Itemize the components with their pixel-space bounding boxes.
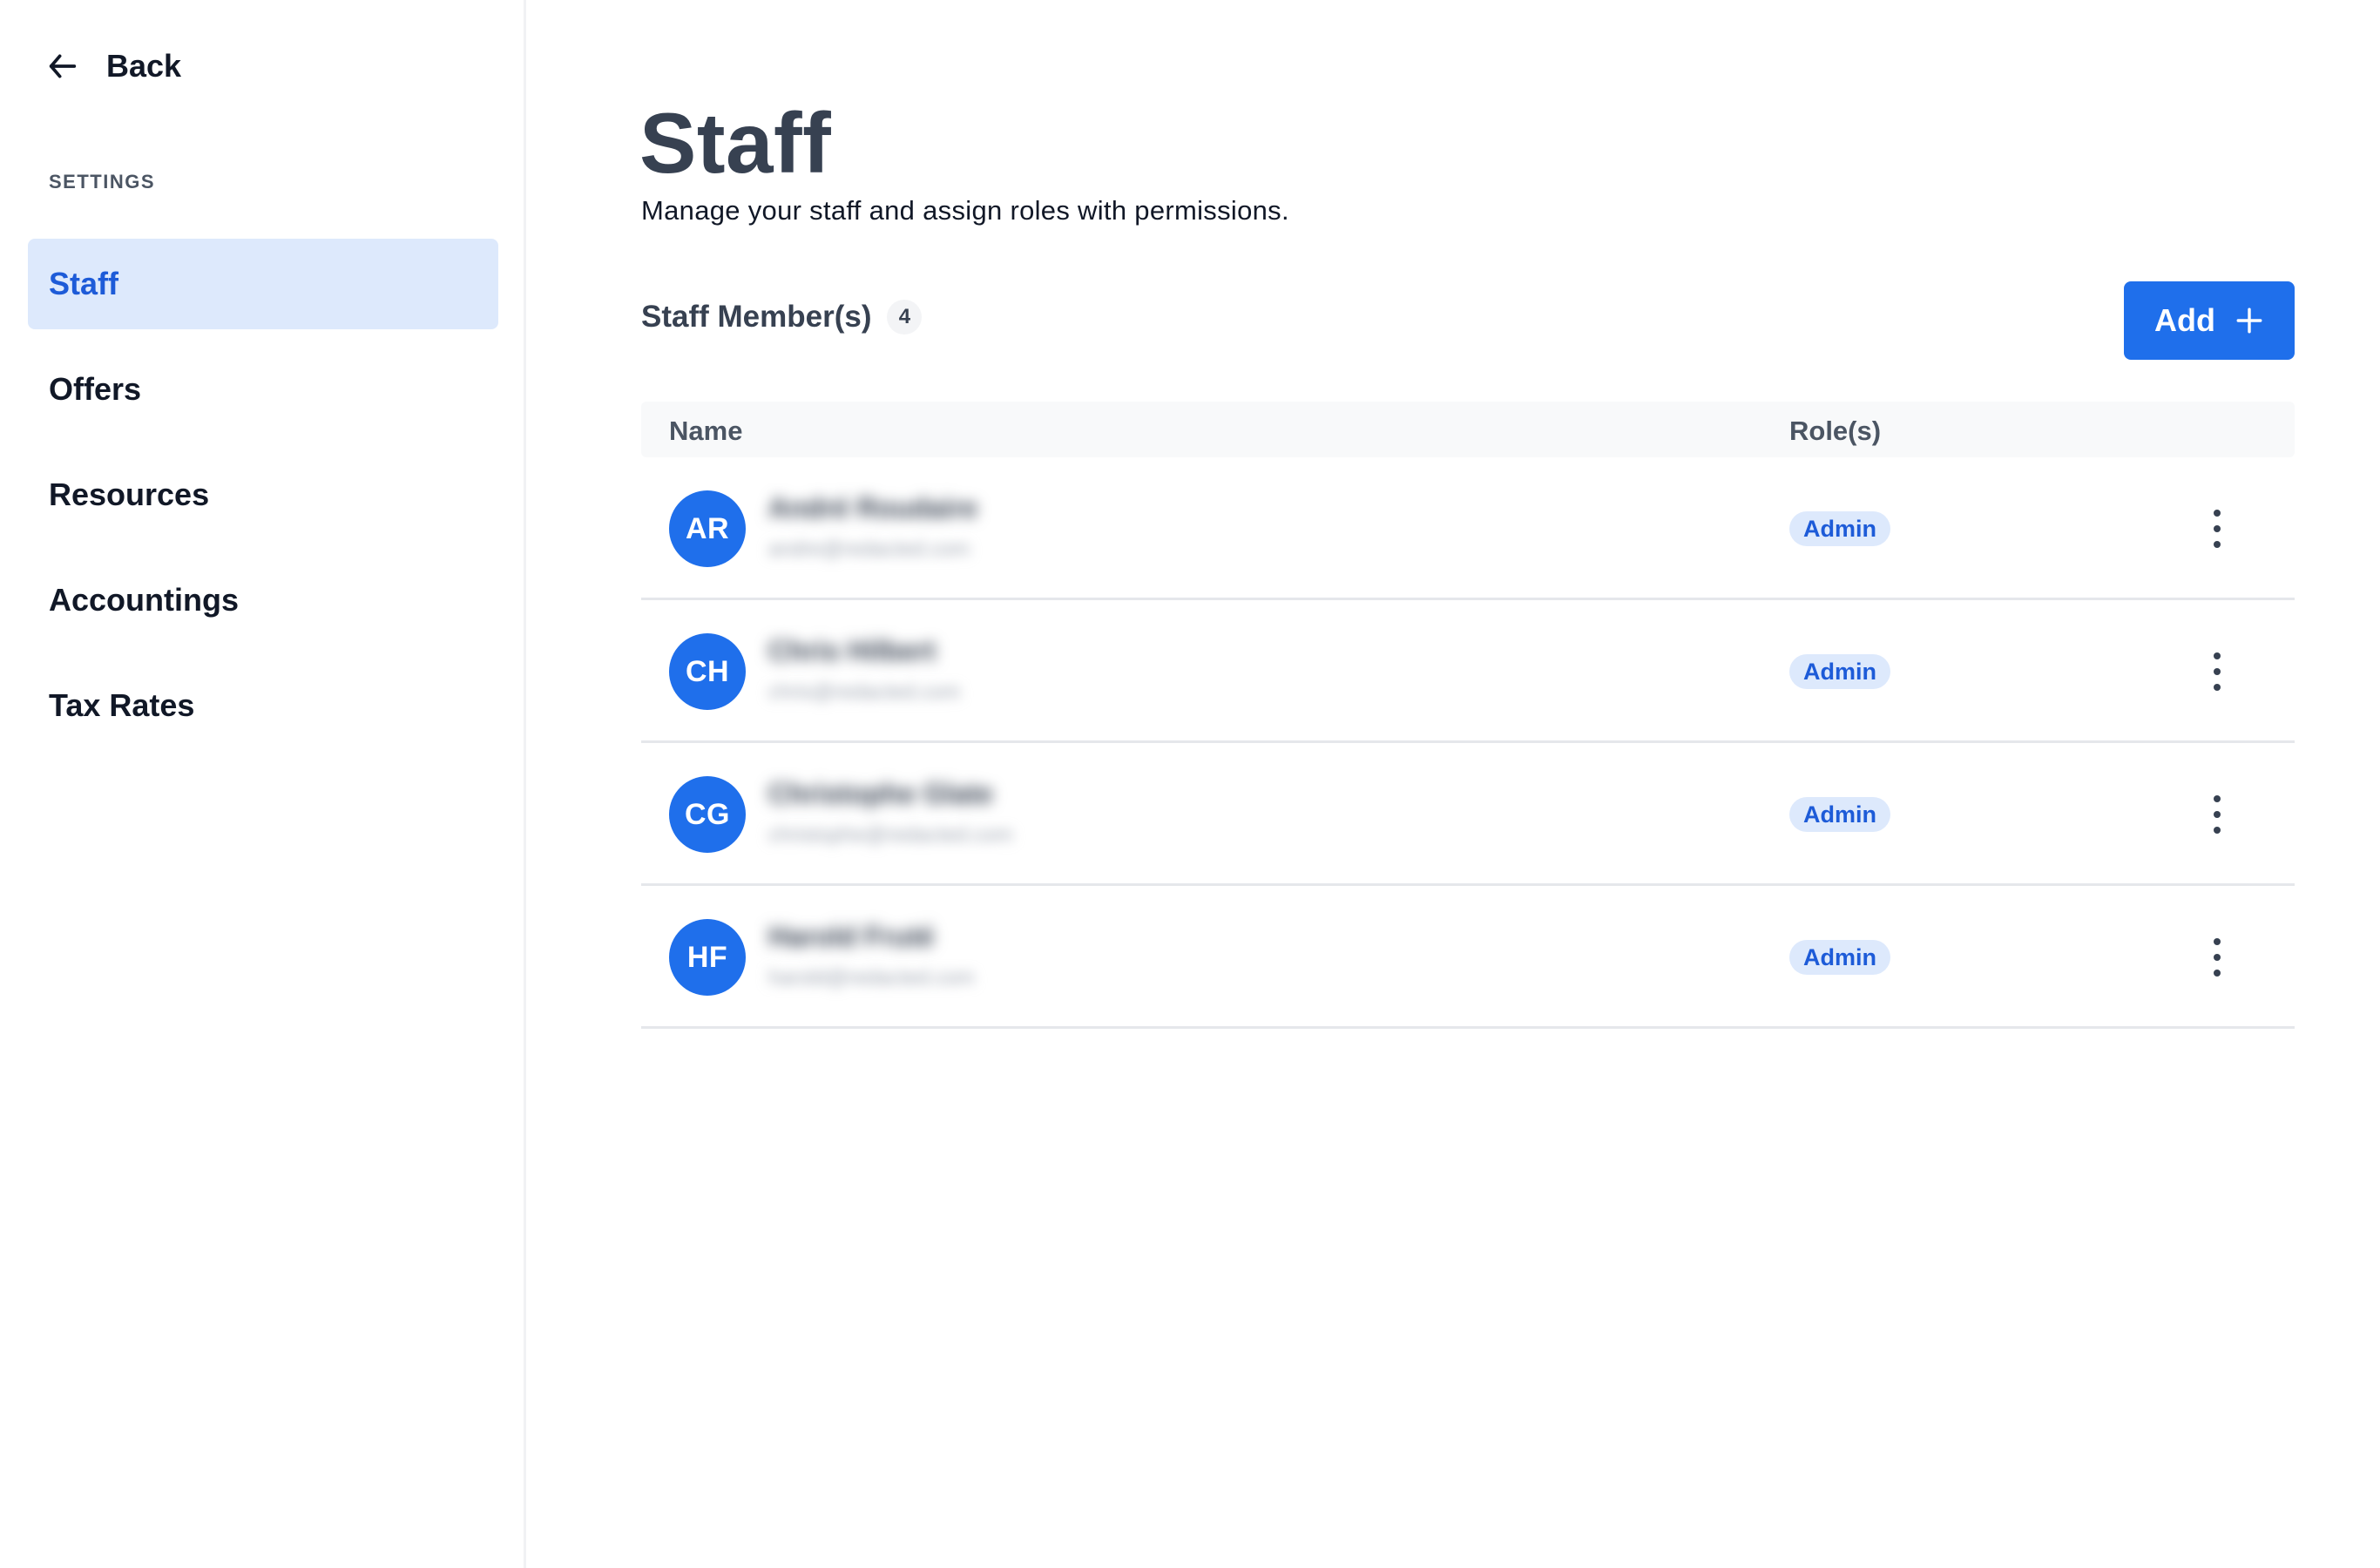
table-row: AR André Roudaire andre@redacted.com Adm… <box>641 457 2295 600</box>
sidebar-item-staff[interactable]: Staff <box>28 239 498 329</box>
role-badge: Admin <box>1789 797 1890 832</box>
page-subtitle: Manage your staff and assign roles with … <box>641 195 1289 226</box>
more-vertical-icon[interactable] <box>2204 792 2230 837</box>
sidebar-item-offers[interactable]: Offers <box>28 344 498 435</box>
staff-email: harold@redacted.com <box>768 966 975 990</box>
settings-section-label: SETTINGS <box>49 171 156 193</box>
table-row: CH Chris Hilbert chris@redacted.com Admi… <box>641 600 2295 743</box>
column-header-roles: Role(s) <box>1789 416 1882 446</box>
avatar: CH <box>669 633 746 710</box>
role-badge: Admin <box>1789 511 1890 546</box>
plus-icon <box>2236 308 2262 334</box>
sidebar-item-accountings[interactable]: Accountings <box>28 555 498 645</box>
staff-name: Harold Fruté <box>768 921 935 952</box>
app: Back SETTINGS Staff Offers Resources Acc… <box>0 0 2380 1568</box>
avatar: AR <box>669 490 746 567</box>
staff-name: Chris Hilbert <box>768 635 936 666</box>
page-title: Staff <box>639 95 832 191</box>
staff-members-header: Staff Member(s) 4 <box>641 300 923 335</box>
main-content: Staff Manage your staff and assign roles… <box>639 0 2295 1568</box>
avatar: CG <box>669 776 746 853</box>
arrow-left-icon <box>49 54 77 78</box>
staff-name: André Roudaire <box>768 492 978 524</box>
column-header-name: Name <box>669 416 743 446</box>
back-label: Back <box>106 48 182 84</box>
staff-table: Name Role(s) AR André Roudaire andre@red… <box>641 402 2295 1029</box>
add-button-label: Add <box>2154 302 2215 338</box>
staff-email: christophe@redacted.com <box>768 823 1013 847</box>
staff-name: Christophe Glate <box>768 778 993 809</box>
staff-members-label: Staff Member(s) <box>641 300 872 334</box>
staff-count-badge: 4 <box>887 300 923 335</box>
staff-email: andre@redacted.com <box>768 537 970 561</box>
more-vertical-icon[interactable] <box>2204 649 2230 694</box>
more-vertical-icon[interactable] <box>2204 506 2230 551</box>
back-button[interactable]: Back <box>45 45 181 87</box>
add-staff-button[interactable]: Add <box>2124 281 2295 360</box>
sidebar-item-resources[interactable]: Resources <box>28 449 498 540</box>
role-badge: Admin <box>1789 940 1890 975</box>
staff-email: chris@redacted.com <box>768 680 961 704</box>
settings-nav: Staff Offers Resources Accountings Tax R… <box>28 239 498 766</box>
table-row: HF Harold Fruté harold@redacted.com Admi… <box>641 886 2295 1029</box>
table-row: CG Christophe Glate christophe@redacted.… <box>641 743 2295 886</box>
table-header: Name Role(s) <box>641 402 2295 457</box>
role-badge: Admin <box>1789 654 1890 689</box>
sidebar-item-tax-rates[interactable]: Tax Rates <box>28 660 498 751</box>
more-vertical-icon[interactable] <box>2204 935 2230 980</box>
sidebar: Back SETTINGS Staff Offers Resources Acc… <box>0 0 526 1568</box>
avatar: HF <box>669 919 746 996</box>
